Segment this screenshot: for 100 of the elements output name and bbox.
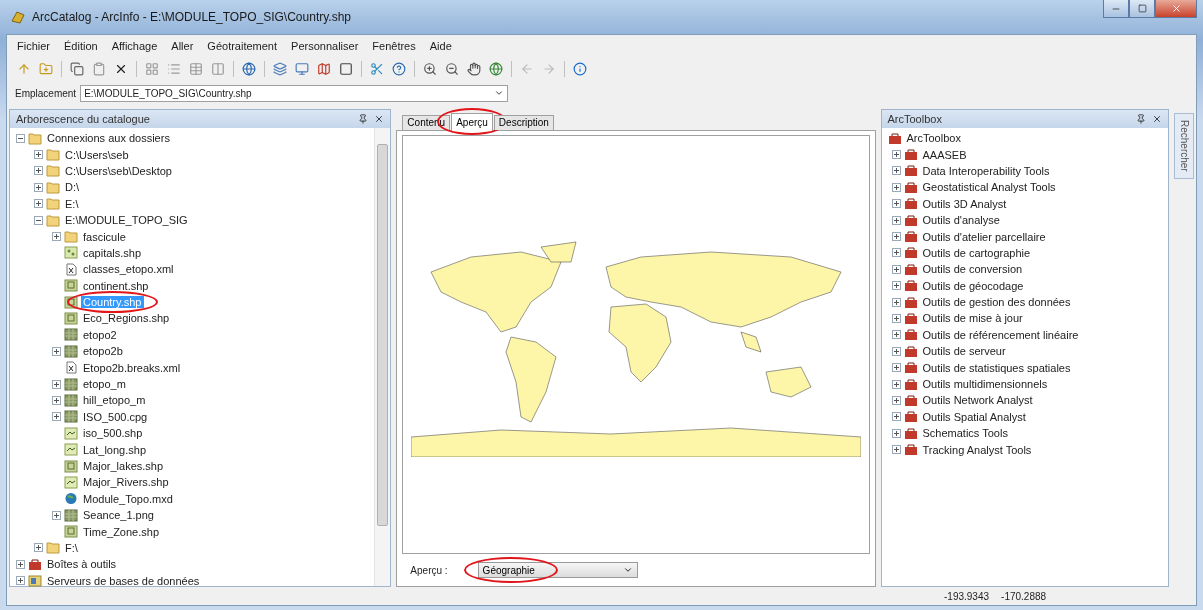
expand-icon[interactable] bbox=[52, 412, 61, 422]
panel-button[interactable] bbox=[337, 60, 355, 78]
tree-item-label[interactable]: Schematics Tools bbox=[920, 427, 1010, 440]
tree-item-label[interactable]: E:\MODULE_TOPO_SIG bbox=[63, 214, 190, 227]
tree-item-label[interactable]: Outils de serveur bbox=[920, 345, 1008, 358]
tree-item-label[interactable]: fascicule bbox=[81, 230, 128, 243]
menu-item[interactable]: Personnaliser bbox=[291, 40, 359, 52]
window-button[interactable] bbox=[293, 60, 311, 78]
tree-item-label[interactable]: Outils d'analyse bbox=[920, 214, 1002, 227]
expand-icon[interactable] bbox=[891, 264, 901, 274]
expand-icon[interactable] bbox=[16, 559, 25, 569]
tree-item-label[interactable]: Outils de statistiques spatiales bbox=[920, 361, 1073, 374]
tree-item-label[interactable]: etopo2b bbox=[81, 345, 125, 358]
tree-item-label[interactable]: D:\ bbox=[63, 181, 82, 194]
info-button[interactable] bbox=[571, 60, 589, 78]
pin-icon[interactable] bbox=[1136, 114, 1146, 124]
expand-icon[interactable] bbox=[891, 330, 901, 340]
expand-icon[interactable] bbox=[891, 199, 901, 209]
close-icon[interactable] bbox=[374, 114, 385, 124]
expand-icon[interactable] bbox=[16, 576, 25, 586]
expand-icon[interactable] bbox=[891, 379, 901, 389]
expand-icon[interactable] bbox=[891, 215, 901, 225]
tree-item-label[interactable]: Serveurs de bases de données bbox=[45, 574, 202, 587]
tree-item-label[interactable]: capitals.shp bbox=[81, 246, 144, 259]
expand-icon[interactable] bbox=[891, 314, 901, 323]
tree-item-label[interactable]: Outils multidimensionnels bbox=[920, 378, 1050, 391]
tree-item-label[interactable]: etopo_m bbox=[81, 378, 128, 391]
expand-icon[interactable] bbox=[891, 445, 901, 455]
tree-item-label[interactable]: Outils Network Analyst bbox=[920, 394, 1035, 407]
menu-item[interactable]: Fichier bbox=[17, 40, 50, 52]
help-button[interactable] bbox=[390, 60, 408, 78]
tree-item-label[interactable]: Outils de cartographie bbox=[920, 246, 1033, 259]
tree-item-label[interactable]: Outils 3D Analyst bbox=[920, 197, 1009, 210]
expand-icon[interactable] bbox=[891, 166, 901, 176]
tab[interactable]: Aperçu bbox=[451, 113, 493, 131]
tree-item-label[interactable]: ISO_500.cpg bbox=[81, 410, 150, 423]
tree-item-label[interactable]: Lat_long.shp bbox=[81, 443, 148, 456]
expand-icon[interactable] bbox=[891, 346, 901, 356]
expand-icon[interactable] bbox=[891, 412, 901, 422]
expand-icon[interactable] bbox=[891, 248, 901, 258]
tree-item-label[interactable]: classes_etopo.xml bbox=[81, 263, 176, 276]
tree-item-label[interactable]: Geostatistical Analyst Tools bbox=[920, 181, 1058, 194]
tree-item-label[interactable]: Outils de conversion bbox=[920, 263, 1025, 276]
expand-icon[interactable] bbox=[891, 150, 901, 160]
globe-button[interactable] bbox=[240, 60, 258, 78]
expand-icon[interactable] bbox=[52, 395, 61, 405]
expand-icon[interactable] bbox=[891, 232, 901, 242]
pin-icon[interactable] bbox=[358, 114, 369, 124]
location-field[interactable]: E:\MODULE_TOPO_SIG\Country.shp bbox=[80, 84, 509, 102]
preview-dropdown[interactable]: Géographie bbox=[477, 562, 638, 578]
expand-icon[interactable] bbox=[891, 281, 901, 291]
tree-item-label[interactable]: AAASEB bbox=[920, 148, 969, 161]
zoom-out-button[interactable] bbox=[443, 60, 461, 78]
expand-icon[interactable] bbox=[52, 346, 61, 356]
expand-icon[interactable] bbox=[891, 428, 901, 438]
tree-item-label[interactable]: Etopo2b.breaks.xml bbox=[81, 361, 183, 374]
scrollbar[interactable] bbox=[374, 128, 391, 586]
tree-item-label[interactable]: Outils Spatial Analyst bbox=[920, 410, 1028, 423]
tree-item-label[interactable]: Module_Topo.mxd bbox=[81, 492, 175, 505]
menu-item[interactable]: Fenêtres bbox=[372, 40, 416, 52]
tree-item-label[interactable]: E:\ bbox=[63, 197, 81, 210]
tree-item-label[interactable]: continent.shp bbox=[81, 279, 151, 292]
menu-item[interactable]: Affichage bbox=[111, 40, 158, 52]
tab[interactable]: Description bbox=[493, 115, 554, 130]
map-button[interactable] bbox=[315, 60, 333, 78]
collapse-icon[interactable] bbox=[16, 133, 25, 143]
tree-item-label[interactable]: Outils de géocodage bbox=[920, 279, 1026, 292]
expand-icon[interactable] bbox=[52, 379, 61, 389]
copy-button[interactable] bbox=[68, 60, 86, 78]
tree-item-label[interactable]: Connexions aux dossiers bbox=[45, 132, 172, 145]
expand-icon[interactable] bbox=[52, 232, 61, 242]
expand-icon[interactable] bbox=[34, 199, 43, 209]
menu-item[interactable]: Édition bbox=[64, 40, 98, 52]
menu-item[interactable]: Aide bbox=[429, 40, 452, 52]
close-icon[interactable] bbox=[1152, 114, 1162, 124]
tree-item-label[interactable]: F:\ bbox=[63, 541, 80, 554]
tree-item-label[interactable]: Data Interoperability Tools bbox=[920, 164, 1052, 177]
tree-item-label[interactable]: Time_Zone.shp bbox=[81, 525, 162, 538]
hand-button[interactable] bbox=[465, 60, 483, 78]
zoom-in-button[interactable] bbox=[421, 60, 439, 78]
tree-item-label[interactable]: Boîtes à outils bbox=[45, 558, 119, 571]
tree-item-label[interactable]: Major_Rivers.shp bbox=[81, 476, 171, 489]
expand-icon[interactable] bbox=[891, 363, 901, 373]
tree-item-label[interactable]: ArcToolbox bbox=[904, 132, 963, 145]
tree-item-label[interactable]: Outils de gestion des données bbox=[920, 296, 1073, 309]
tree-item-label[interactable]: C:\Users\seb bbox=[63, 148, 131, 161]
tree-item-label[interactable]: Outils d'atelier parcellaire bbox=[920, 230, 1048, 243]
expand-icon[interactable] bbox=[891, 297, 901, 307]
tree-item-label[interactable]: Major_lakes.shp bbox=[81, 460, 166, 472]
expand-icon[interactable] bbox=[891, 395, 901, 405]
layers-button[interactable] bbox=[271, 60, 289, 78]
tree-item-label[interactable]: iso_500.shp bbox=[81, 427, 145, 440]
tree-item-label[interactable]: hill_etopo_m bbox=[81, 394, 148, 407]
expand-icon[interactable] bbox=[891, 182, 901, 192]
menu-item[interactable]: Aller bbox=[171, 40, 194, 52]
side-tab[interactable]: Rechercher bbox=[1174, 113, 1194, 179]
minimize-button[interactable] bbox=[1103, 0, 1129, 18]
globe-button[interactable] bbox=[487, 60, 505, 78]
expand-icon[interactable] bbox=[34, 543, 43, 553]
expand-icon[interactable] bbox=[34, 182, 43, 192]
